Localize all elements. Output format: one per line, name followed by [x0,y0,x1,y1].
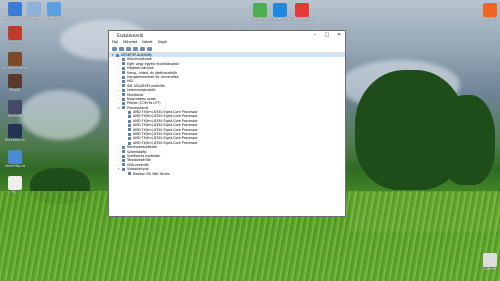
monitor-icon[interactable] [147,46,152,51]
desktop-icon-label: Origin [484,17,496,21]
app-icon-4[interactable]: Mozilla ... [3,26,27,44]
app-icon [483,253,497,267]
app-icon [8,74,22,88]
device-manager-window[interactable]: Eszközkezelő – □ ✕ Fájl Művelet Nézet Sú… [108,30,346,217]
tree-row[interactable]: Radeon RX 580 Series [109,172,345,176]
app-icon [483,3,497,17]
device-icon [122,167,125,171]
app-icon [295,3,309,17]
device-icon [122,93,125,97]
device-icon [122,58,125,62]
device-icon [128,132,131,136]
device-icon [122,62,125,66]
app-icon [8,150,22,164]
menu-help[interactable]: Súgó [158,40,167,44]
app-icon [8,176,22,190]
device-icon [122,80,125,84]
menu-view[interactable]: Nézet [142,40,152,44]
app-icon [8,52,22,66]
expand-icon[interactable]: ▾ [118,167,121,171]
expand-icon[interactable]: ▾ [112,53,115,57]
app-icon-15[interactable]: Lomtár [478,253,500,271]
scan-icon[interactable] [140,46,145,51]
maximize-button[interactable]: □ [321,31,333,39]
app-icon-13[interactable]: Google Chrome [290,3,314,21]
device-icon [122,101,125,105]
app-icon [8,26,22,40]
tree [440,95,495,185]
app-icon-8[interactable]: Blockborne [3,124,27,142]
close-button[interactable]: ✕ [333,31,345,39]
desktop-icon-label: Vezérlőpult [4,164,26,168]
device-icon [128,115,131,119]
app-icon [27,2,41,16]
forward-icon[interactable] [119,46,124,51]
app-icon [273,3,287,17]
app-icon-3[interactable]: Hálózat [42,2,66,20]
app-icon [8,124,22,138]
device-icon [128,172,131,176]
app-icon-10[interactable]: M... [3,176,27,194]
minimize-button[interactable]: – [309,31,321,39]
device-icon [122,88,125,92]
desktop-icon-label: Google Chrome [290,17,314,21]
device-icon [128,128,131,132]
toolbar [109,45,345,53]
desktop-icon-label: Stellbird [7,114,23,118]
title-bar[interactable]: Eszközkezelő – □ ✕ [109,31,345,39]
app-icon-7[interactable]: Stellbird [3,100,27,118]
desktop-icon-label: Prince Shackles... [3,66,27,70]
desktop-icon-label: Hálózat [47,16,61,20]
app-icon-12[interactable]: Internet Explorer [268,3,292,21]
device-icon [122,159,125,163]
device-icon [122,97,125,101]
cloud [20,90,100,140]
tree-row-label: Radeon RX 580 Series [133,171,170,176]
tree-row-label: Hangbemenetek és -kimenetek [127,74,179,79]
device-icon [128,137,131,141]
device-icon [128,141,131,145]
desktop-icon-label: Ragjó [9,88,21,92]
desktop-icon-label: Lomtár [483,267,497,271]
app-icon [8,2,22,16]
device-icon [128,119,131,123]
expand-icon[interactable]: ▾ [118,106,121,110]
device-tree: ▾ DESKTOP-XLBS0MJ › Akkumulátorok › Egér vagy… [109,53,345,216]
desktop-icon-label: M... [11,190,19,194]
device-icon [122,154,125,158]
device-icon [128,123,131,127]
device-icon [122,150,125,154]
device-icon [122,75,125,79]
app-icon-5[interactable]: Prince Shackles... [3,52,27,70]
app-icon-14[interactable]: Origin [478,3,500,21]
app-icon-9[interactable]: Vezérlőpult [3,150,27,168]
app-icon [253,3,267,17]
app-icon [47,2,61,16]
back-icon[interactable] [112,46,117,51]
device-icon [122,66,125,70]
device-icon [122,163,125,167]
window-title: Eszközkezelő [117,32,144,38]
menu-file[interactable]: Fájl [112,40,118,44]
app-icon [8,100,22,114]
desktop-icon-label: Internet Explorer [268,17,292,21]
desktop-icon-label: Blockborne [4,138,26,142]
device-icon [128,110,131,114]
device-icon [122,145,125,149]
app-icon-6[interactable]: Ragjó [3,74,27,92]
device-icon [122,106,125,110]
menu-action[interactable]: Művelet [123,40,137,44]
help-icon[interactable] [133,46,138,51]
device-icon [116,53,119,57]
device-icon [122,84,125,88]
device-icon [122,71,125,75]
desktop-icon-label: Mozilla ... [6,40,24,44]
properties-icon[interactable] [126,46,131,51]
